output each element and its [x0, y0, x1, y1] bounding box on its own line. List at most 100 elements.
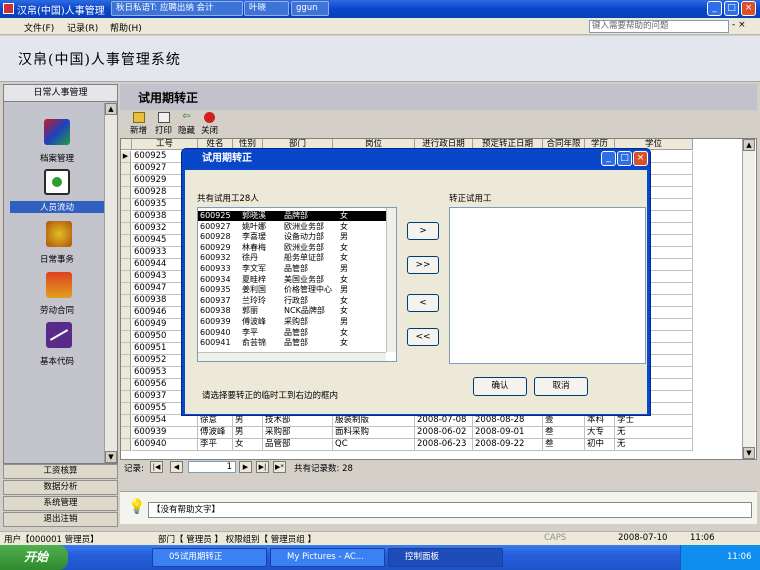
move-all-right-button[interactable]: >>: [407, 256, 439, 274]
row-selector[interactable]: [121, 355, 131, 367]
grid-cell[interactable]: 采购部: [263, 427, 333, 439]
close-button[interactable]: ×: [741, 1, 756, 16]
grid-cell[interactable]: 品管部: [263, 439, 333, 451]
row-selector[interactable]: [121, 415, 131, 427]
grid-cell[interactable]: 2008-06-02: [415, 427, 473, 439]
list-item[interactable]: 600940 李平 品管部 女: [198, 328, 386, 338]
people-flow-icon[interactable]: [44, 169, 70, 195]
sidebar-item-archive[interactable]: 档案管理: [17, 152, 97, 164]
grid-cell[interactable]: 女: [233, 439, 263, 451]
list-item[interactable]: 600927 姚叶娜 欧洲业务部 女: [198, 222, 386, 232]
row-selector[interactable]: ▶: [121, 151, 131, 163]
probation-list[interactable]: 600925 郭晓溪 品牌部女 600927 姚叶娜 欧洲业务部女 600928 李喜瑷 设备动…: [197, 207, 397, 362]
grid-cell[interactable]: 600954: [132, 415, 198, 427]
task-item-pictures[interactable]: My Pictures - AC...: [270, 548, 385, 567]
row-selector[interactable]: [121, 331, 131, 343]
row-selector[interactable]: [121, 367, 131, 379]
nav-data-analysis[interactable]: 数据分析: [3, 480, 118, 495]
sidebar-header[interactable]: 日常人事管理: [4, 85, 117, 102]
row-selector[interactable]: [121, 199, 131, 211]
menu-record[interactable]: 记录(R): [67, 21, 98, 34]
row-selector[interactable]: [121, 163, 131, 175]
grid-cell[interactable]: 600940: [132, 439, 198, 451]
move-left-button[interactable]: <: [407, 294, 439, 312]
chart-code-icon[interactable]: [46, 322, 72, 348]
close-doc-icon[interactable]: - ×: [732, 20, 746, 30]
row-selector[interactable]: [121, 343, 131, 355]
first-record-button[interactable]: |◀: [150, 461, 163, 473]
list-item[interactable]: 600937 兰玲玲 行政部 女: [198, 296, 386, 306]
grid-cell[interactable]: 服装制版: [333, 415, 415, 427]
gears-icon[interactable]: [46, 221, 72, 247]
grid-cell[interactable]: 2008-09-22: [473, 439, 543, 451]
hide-button[interactable]: ⇦ 隐藏: [178, 112, 195, 137]
grid-cell[interactable]: 2008-07-08: [415, 415, 473, 427]
last-record-button[interactable]: ▶|: [256, 461, 269, 473]
grid-scrollbar[interactable]: ▲ ▼: [742, 139, 755, 459]
close-form-button[interactable]: 关闭: [201, 112, 218, 136]
list-item[interactable]: 600928 李喜瑷 设备动力部 男: [198, 232, 386, 242]
list-item[interactable]: 600934 夏畦梓 美国业务部 女: [198, 275, 386, 285]
row-selector[interactable]: [121, 223, 131, 235]
sidebar-scrollbar[interactable]: ▲ ▼: [104, 103, 117, 463]
grid-cell[interactable]: 壹: [543, 415, 585, 427]
task-item-form[interactable]: 05试用期转正: [152, 548, 267, 567]
row-selector[interactable]: [121, 439, 131, 451]
scroll-down-icon[interactable]: ▼: [743, 447, 755, 459]
grid-cell[interactable]: 2008-06-23: [415, 439, 473, 451]
row-selector[interactable]: [121, 319, 131, 331]
menu-file[interactable]: 文件(F): [24, 21, 54, 34]
grid-cell[interactable]: 2008-09-01: [473, 427, 543, 439]
grid-cell[interactable]: 叁: [543, 439, 585, 451]
nav-logout[interactable]: 退出注销: [3, 512, 118, 527]
sidebar-item-labor-contract[interactable]: 劳动合同: [17, 304, 97, 316]
row-selector[interactable]: [121, 235, 131, 247]
move-all-left-button[interactable]: <<: [407, 328, 439, 346]
nav-system-management[interactable]: 系统管理: [3, 496, 118, 511]
sidebar-item-personnel-flow[interactable]: 人员流动: [10, 201, 104, 213]
grid-cell[interactable]: 无: [615, 439, 693, 451]
record-number-input[interactable]: 1: [188, 461, 236, 473]
grid-cell[interactable]: 李平: [198, 439, 233, 451]
confirm-button[interactable]: 确认: [473, 377, 527, 396]
list-item[interactable]: 600941 俞芸锦 品管部 女: [198, 338, 386, 348]
move-right-button[interactable]: >: [407, 222, 439, 240]
list-item[interactable]: 600929 林春梅 欧洲业务部 女: [198, 243, 386, 253]
prev-record-button[interactable]: ◀: [170, 461, 183, 473]
grid-cell[interactable]: 600939: [132, 427, 198, 439]
taskbar-tab-chat[interactable]: 秋日私语T: 应聘出纳 会计: [111, 1, 243, 16]
grid-cell[interactable]: 面料采购: [333, 427, 415, 439]
scroll-up-icon[interactable]: ▲: [743, 139, 755, 151]
dialog-maximize-button[interactable]: □: [617, 151, 632, 166]
row-selector[interactable]: [121, 427, 131, 439]
list-horizontal-scrollbar[interactable]: [198, 352, 386, 361]
minimize-button[interactable]: _: [707, 1, 722, 16]
maximize-button[interactable]: □: [724, 1, 739, 16]
grid-cell[interactable]: 男: [233, 427, 263, 439]
row-selector[interactable]: [121, 187, 131, 199]
row-selector[interactable]: [121, 283, 131, 295]
new-button[interactable]: 新增: [130, 112, 147, 136]
grid-cell[interactable]: 技术部: [263, 415, 333, 427]
list-item[interactable]: 600938 郭丽 NCK品牌部 女: [198, 306, 386, 316]
task-item-control-panel[interactable]: 控制面板: [388, 548, 503, 567]
grid-cell[interactable]: QC: [333, 439, 415, 451]
row-selector[interactable]: [121, 175, 131, 187]
grid-cell[interactable]: 大专: [585, 427, 615, 439]
new-record-button[interactable]: ▶*: [273, 461, 286, 473]
start-button[interactable]: 开始: [0, 545, 68, 570]
sidebar-item-basic-code[interactable]: 基本代码: [17, 355, 97, 367]
list-item[interactable]: 600935 姜利国 价格管理中心男: [198, 285, 386, 295]
row-selector[interactable]: [121, 307, 131, 319]
row-selector[interactable]: [121, 259, 131, 271]
print-button[interactable]: 打印: [155, 112, 172, 136]
taskbar-tab-mail[interactable]: ggun: [291, 1, 329, 16]
taskbar-tab-user[interactable]: 叶晓: [244, 1, 289, 16]
row-selector[interactable]: [121, 295, 131, 307]
row-selector[interactable]: [121, 391, 131, 403]
next-record-button[interactable]: ▶: [239, 461, 252, 473]
list-item[interactable]: 600939 傅波峰 采购部 男: [198, 317, 386, 327]
scroll-down-icon[interactable]: ▼: [105, 451, 117, 463]
cubes-icon[interactable]: [44, 119, 70, 145]
list-item[interactable]: 600932 徐丹 船务单证部 女: [198, 253, 386, 263]
